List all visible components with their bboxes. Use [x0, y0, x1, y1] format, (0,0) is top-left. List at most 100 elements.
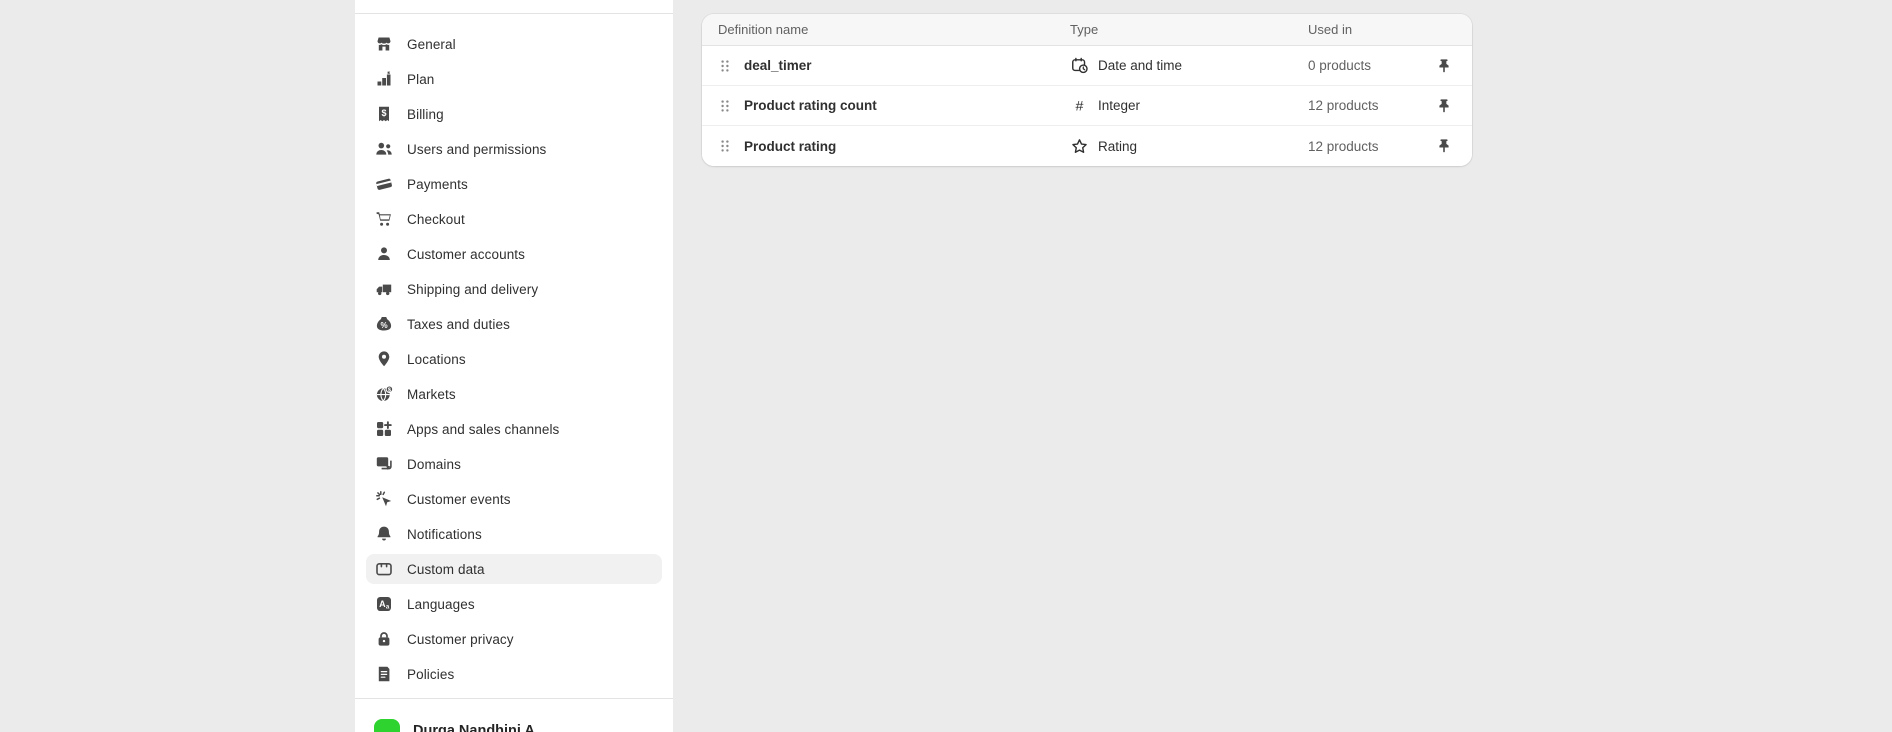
- sidebar-item-checkout[interactable]: Checkout: [366, 204, 662, 234]
- sidebar-item-label: Users and permissions: [407, 142, 546, 157]
- domains-windows-icon: [374, 454, 394, 474]
- sidebar-item-languages[interactable]: Aa Languages: [366, 589, 662, 619]
- policy-doc-icon: [374, 664, 394, 684]
- sidebar-item-plan[interactable]: Plan: [366, 64, 662, 94]
- translate-icon: Aa: [374, 594, 394, 614]
- sidebar-item-label: Billing: [407, 107, 444, 122]
- pin-cell: [1416, 92, 1472, 120]
- custom-data-icon: [374, 559, 394, 579]
- sidebar-item-customer-events[interactable]: Customer events: [366, 484, 662, 514]
- sidebar-item-label: Markets: [407, 387, 456, 402]
- type-cell: Rating: [1070, 137, 1308, 156]
- sidebar-item-label: Plan: [407, 72, 434, 87]
- definition-name-cell: deal_timer: [702, 58, 1070, 74]
- sidebar-item-label: Taxes and duties: [407, 317, 510, 332]
- sidebar-item-locations[interactable]: Locations: [366, 344, 662, 374]
- definition-name[interactable]: Product rating: [744, 139, 836, 154]
- svg-text:#: #: [1076, 98, 1084, 114]
- svg-text:%: %: [380, 321, 387, 330]
- sidebar-item-label: Shipping and delivery: [407, 282, 538, 297]
- table-row[interactable]: Product rating Rating 12 products: [702, 126, 1472, 166]
- store-user-row[interactable]: Durga Nandhini A: [355, 698, 673, 732]
- apps-grid-icon: [374, 419, 394, 439]
- star-icon: [1070, 137, 1089, 156]
- sidebar-item-label: Policies: [407, 667, 454, 682]
- sidebar-item-label: Notifications: [407, 527, 482, 542]
- drag-handle-icon[interactable]: [717, 98, 733, 114]
- cursor-click-icon: [374, 489, 394, 509]
- calendar-clock-icon: [1070, 56, 1089, 75]
- sidebar-item-label: Checkout: [407, 212, 465, 227]
- pin-button[interactable]: [1430, 52, 1458, 80]
- column-header-definition-name: Definition name: [702, 22, 1070, 37]
- used-in-cell: 12 products: [1308, 139, 1416, 154]
- plan-steps-icon: [374, 69, 394, 89]
- column-header-type: Type: [1070, 22, 1308, 37]
- definition-name[interactable]: Product rating count: [744, 98, 877, 113]
- metafield-definitions-card: Definition name Type Used in deal_timer …: [702, 14, 1472, 166]
- pin-button[interactable]: [1430, 92, 1458, 120]
- drag-handle-icon[interactable]: [717, 58, 733, 74]
- sidebar-item-customer-privacy[interactable]: Customer privacy: [366, 624, 662, 654]
- table-row[interactable]: Product rating count # Integer 12 produc…: [702, 86, 1472, 126]
- sidebar-item-payments[interactable]: Payments: [366, 169, 662, 199]
- drag-handle-icon[interactable]: [717, 138, 733, 154]
- store-user-name: Durga Nandhini A: [413, 719, 535, 732]
- sidebar-item-custom-data[interactable]: Custom data: [366, 554, 662, 584]
- settings-nav: General Plan $ Billing Users and permiss…: [355, 14, 673, 698]
- type-label: Integer: [1098, 98, 1140, 113]
- definition-name[interactable]: deal_timer: [744, 58, 812, 73]
- sidebar-item-taxes-duties[interactable]: % Taxes and duties: [366, 309, 662, 339]
- store-avatar: [374, 719, 400, 732]
- globe-dollar-icon: $: [374, 384, 394, 404]
- sidebar-item-apps-sales-channels[interactable]: Apps and sales channels: [366, 414, 662, 444]
- sidebar-item-label: Locations: [407, 352, 466, 367]
- sidebar-item-label: Apps and sales channels: [407, 422, 559, 437]
- sidebar-item-label: General: [407, 37, 456, 52]
- truck-icon: [374, 279, 394, 299]
- sidebar-item-domains[interactable]: Domains: [366, 449, 662, 479]
- bell-icon: [374, 524, 394, 544]
- lock-icon: [374, 629, 394, 649]
- sidebar-item-label: Customer accounts: [407, 247, 525, 262]
- table-row[interactable]: deal_timer Date and time 0 products: [702, 46, 1472, 86]
- type-cell: Date and time: [1070, 56, 1308, 75]
- storefront-icon: [374, 34, 394, 54]
- sidebar-item-shipping-delivery[interactable]: Shipping and delivery: [366, 274, 662, 304]
- type-label: Rating: [1098, 139, 1137, 154]
- type-label: Date and time: [1098, 58, 1182, 73]
- settings-sidebar: General Plan $ Billing Users and permiss…: [355, 0, 673, 732]
- checkout-cart-icon: [374, 209, 394, 229]
- settings-page: General Plan $ Billing Users and permiss…: [0, 0, 1892, 732]
- sidebar-top-divider: [355, 0, 673, 14]
- sidebar-item-label: Customer events: [407, 492, 511, 507]
- sidebar-item-notifications[interactable]: Notifications: [366, 519, 662, 549]
- users-icon: [374, 139, 394, 159]
- used-in-cell: 12 products: [1308, 98, 1416, 113]
- pin-cell: [1416, 52, 1472, 80]
- type-cell: # Integer: [1070, 96, 1308, 115]
- used-in-cell: 0 products: [1308, 58, 1416, 73]
- location-pin-icon: [374, 349, 394, 369]
- definition-name-cell: Product rating count: [702, 98, 1070, 114]
- tax-bag-icon: %: [374, 314, 394, 334]
- svg-text:$: $: [381, 108, 386, 118]
- pin-cell: [1416, 132, 1472, 160]
- sidebar-item-users-permissions[interactable]: Users and permissions: [366, 134, 662, 164]
- sidebar-item-label: Customer privacy: [407, 632, 514, 647]
- hash-icon: #: [1070, 96, 1089, 115]
- sidebar-item-billing[interactable]: $ Billing: [366, 99, 662, 129]
- sidebar-item-label: Payments: [407, 177, 468, 192]
- billing-receipt-icon: $: [374, 104, 394, 124]
- sidebar-item-label: Languages: [407, 597, 475, 612]
- pin-button[interactable]: [1430, 132, 1458, 160]
- payments-card-icon: [374, 174, 394, 194]
- column-header-used-in: Used in: [1308, 22, 1416, 37]
- sidebar-item-policies[interactable]: Policies: [366, 659, 662, 689]
- definition-name-cell: Product rating: [702, 138, 1070, 154]
- sidebar-item-customer-accounts[interactable]: Customer accounts: [366, 239, 662, 269]
- table-header-row: Definition name Type Used in: [702, 14, 1472, 46]
- sidebar-item-markets[interactable]: $ Markets: [366, 379, 662, 409]
- sidebar-item-general[interactable]: General: [366, 29, 662, 59]
- sidebar-item-label: Custom data: [407, 562, 485, 577]
